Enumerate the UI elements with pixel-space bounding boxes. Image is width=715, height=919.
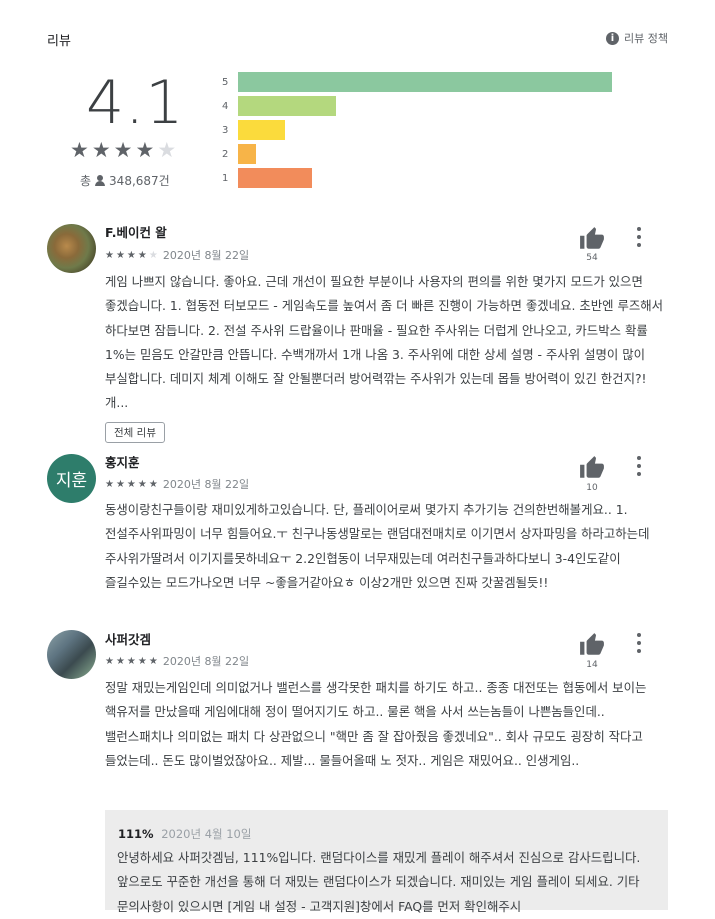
full-review-button[interactable]: 전체 리뷰	[105, 422, 165, 443]
rating-bar-2: 2	[222, 144, 628, 164]
reviews-heading: 리뷰	[47, 34, 71, 49]
avatar: 지훈	[47, 454, 96, 503]
thumb-up-icon	[580, 456, 604, 478]
reply-header: 111% 2020년 4월 10일	[118, 826, 251, 842]
review-date: 2020년 8월 22일	[162, 478, 250, 491]
rating-bar-5: 5	[222, 72, 628, 92]
more-options-icon[interactable]	[631, 227, 647, 247]
star-icon: ★	[70, 138, 92, 162]
helpful-button[interactable]	[579, 226, 605, 256]
rating-bar-3: 3	[222, 120, 628, 140]
rating-bar-fill	[238, 96, 336, 116]
avatar	[47, 630, 96, 679]
thumb-up-icon	[580, 227, 604, 249]
star-empty-icon: ★	[157, 138, 180, 162]
more-options-icon[interactable]	[631, 633, 647, 653]
rating-bar-label: 3	[222, 124, 229, 136]
star-icon: ★	[91, 138, 114, 162]
helpful-count: 10	[586, 483, 598, 493]
review-policy-link[interactable]: i 리뷰 정책	[606, 30, 668, 46]
review-text: 게임 나쁘지 않습니다. 좋아요. 근데 개선이 필요한 부분이나 사용자의 편…	[105, 274, 664, 411]
review-stars: ★★★★★	[105, 478, 160, 490]
rating-bar-fill	[238, 144, 256, 164]
review-meta: ★★★★★ 2020년 8월 22일	[105, 247, 249, 263]
info-icon: i	[606, 31, 620, 45]
review-text: 동생이랑친구들이랑 재미있게하고있습니다. 단, 플레이어로써 몇가지 추가기능…	[105, 502, 650, 590]
review-author: 홍지훈	[105, 455, 140, 470]
helpful-count: 14	[586, 660, 598, 670]
review-stars: ★★★★★	[105, 249, 160, 261]
total-prefix: 총	[80, 174, 92, 188]
rating-bar-4: 4	[222, 96, 628, 116]
rating-bar-fill	[238, 120, 285, 140]
review-author: F.베이컨 왈	[105, 225, 167, 240]
rating-bar-fill	[238, 72, 613, 92]
reply-text: 안녕하세요 사퍼갓겜님, 111%입니다. 랜덤다이스를 재밌게 플레이 해주셔…	[117, 850, 641, 914]
star-icon: ★	[135, 138, 158, 162]
total-ratings: 총 348,687건	[80, 172, 170, 189]
more-options-icon[interactable]	[631, 456, 647, 476]
review-date: 2020년 8월 22일	[162, 655, 250, 668]
rating-bar-label: 5	[222, 76, 229, 88]
helpful-button[interactable]	[579, 455, 605, 485]
reply-author: 111%	[118, 827, 154, 841]
rating-bar-fill	[238, 168, 313, 188]
rating-bar-label: 2	[222, 148, 229, 160]
review-stars: ★★★★★	[105, 655, 160, 667]
average-stars: ★★★★★	[70, 138, 179, 162]
review-date: 2020년 8월 22일	[162, 249, 250, 262]
thumb-up-icon	[580, 633, 604, 655]
average-rating: 4.1	[86, 68, 185, 138]
person-icon	[95, 175, 106, 186]
rating-bar-label: 4	[222, 100, 229, 112]
review-meta: ★★★★★ 2020년 8월 22일	[105, 476, 249, 492]
helpful-button[interactable]	[579, 632, 605, 662]
avatar	[47, 224, 96, 273]
rating-bar-1: 1	[222, 168, 628, 188]
review-policy-label: 리뷰 정책	[624, 32, 668, 45]
review-author: 사퍼갓겜	[105, 632, 152, 647]
review-meta: ★★★★★ 2020년 8월 22일	[105, 653, 249, 669]
reply-date: 2020년 4월 10일	[161, 827, 252, 841]
rating-bar-label: 1	[222, 172, 229, 184]
total-count: 348,687건	[109, 174, 170, 188]
helpful-count: 54	[586, 253, 598, 263]
star-icon: ★	[113, 138, 136, 162]
review-text: 정말 재밌는게임인데 의미없거나 밸런스를 생각못한 패치를 하기도 하고.. …	[105, 680, 647, 768]
